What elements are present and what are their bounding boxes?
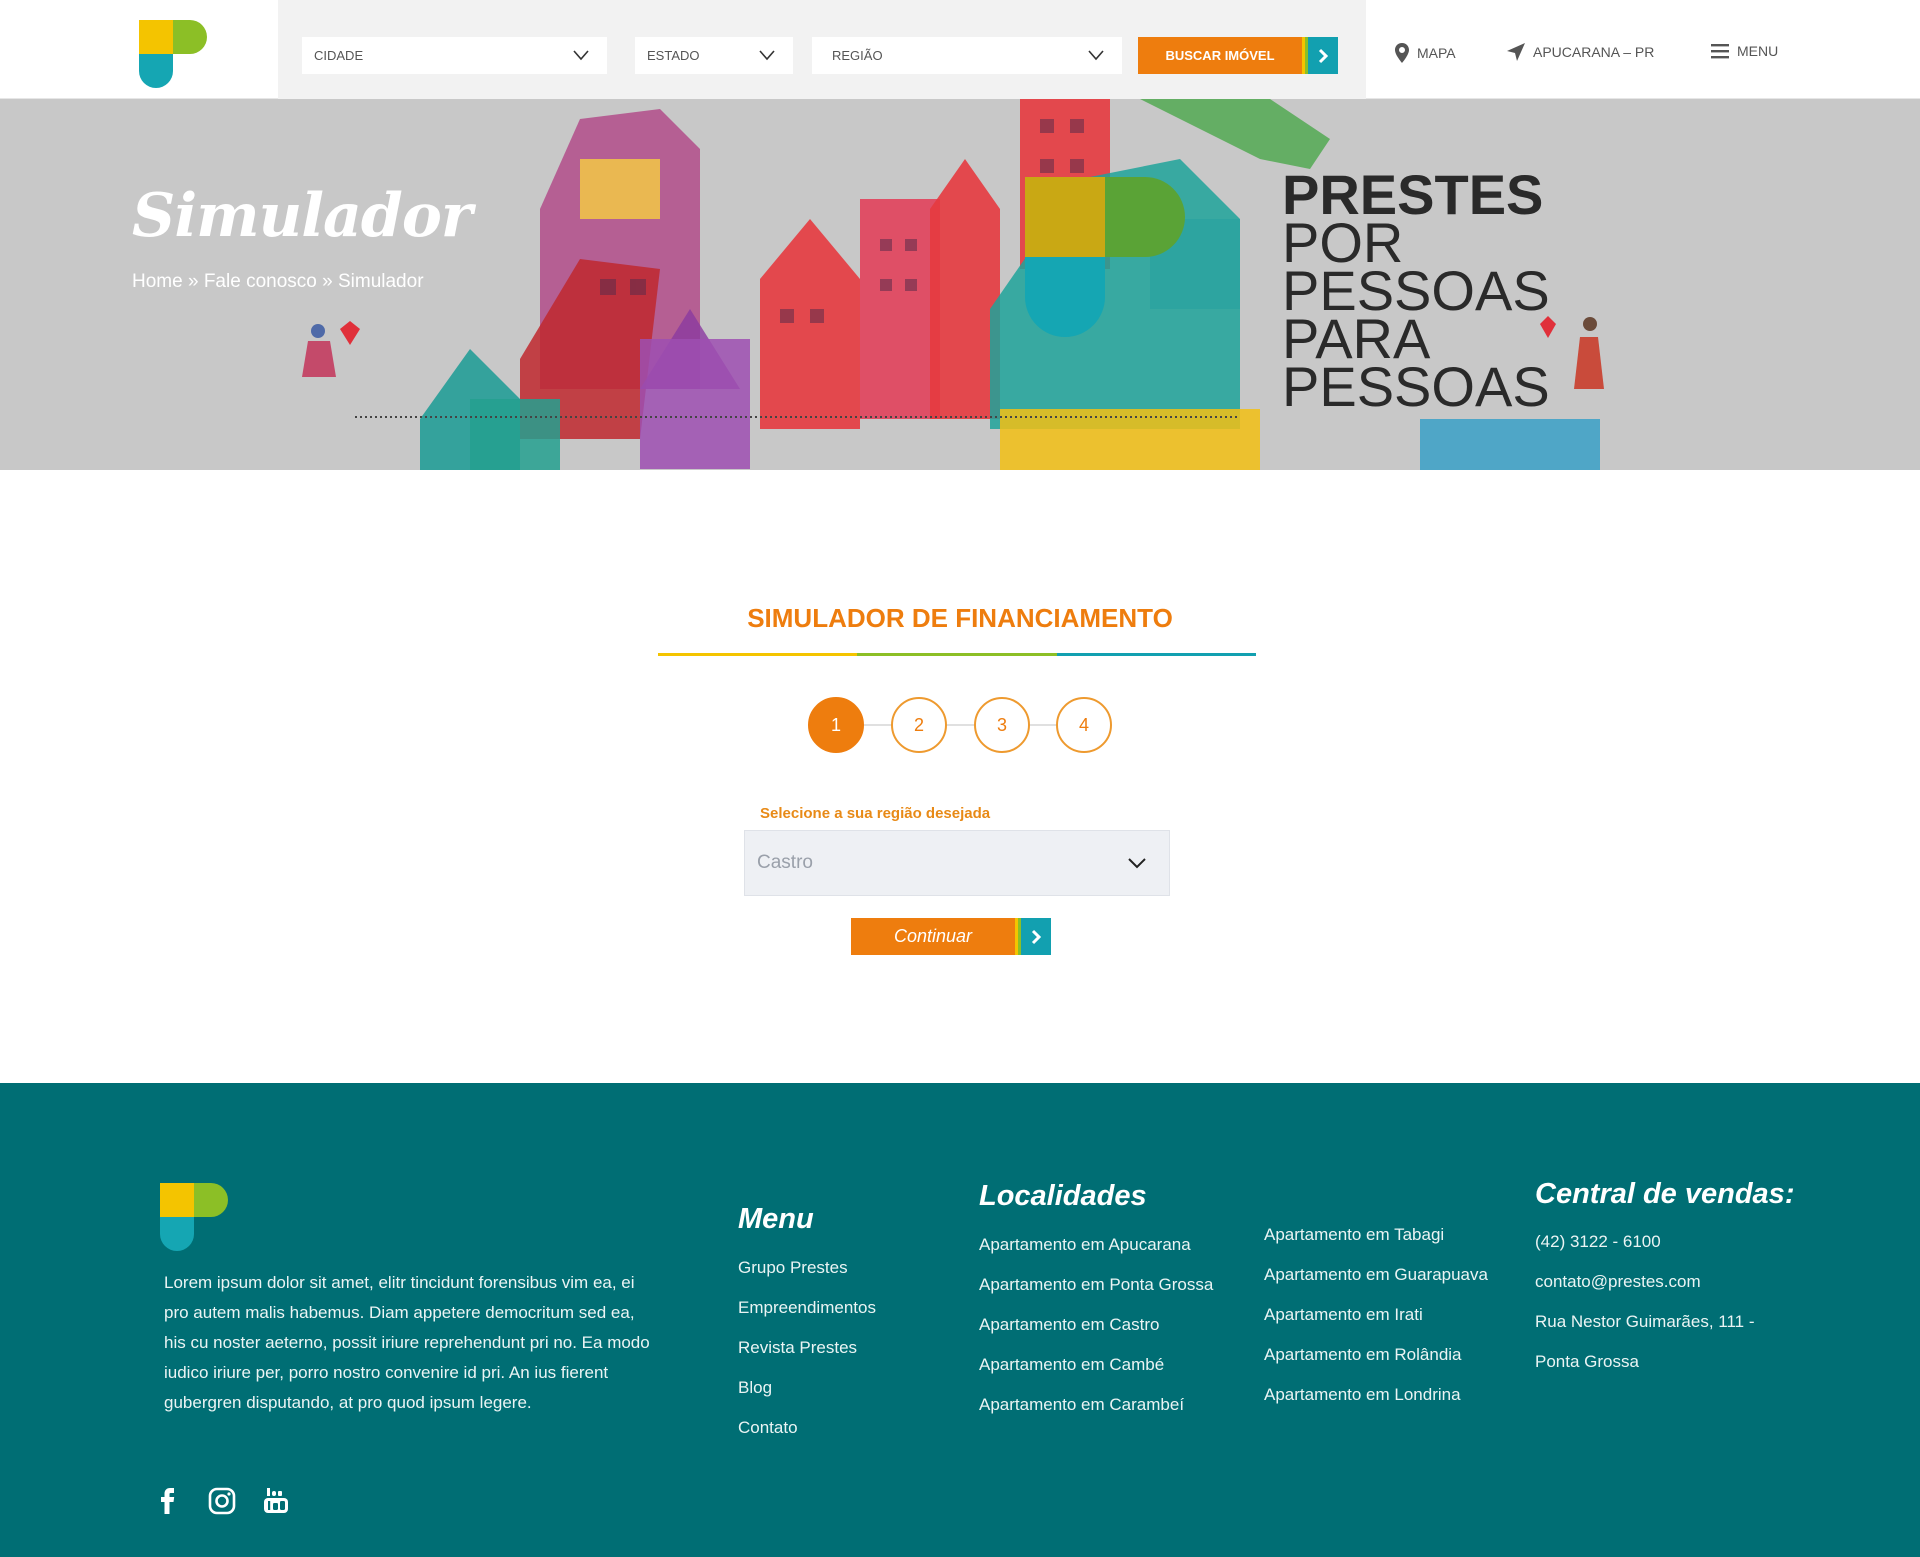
search-property-button[interactable]: BUSCAR IMÓVEL [1138,37,1350,74]
footer-logo[interactable] [160,1183,228,1251]
footer-menu-title: Menu [738,1203,814,1235]
step-3[interactable]: 3 [974,697,1030,753]
breadcrumb-contact[interactable]: Fale conosco [204,271,317,292]
footer-menu-item[interactable]: Revista Prestes [738,1328,876,1368]
page-title: Simulador [132,181,472,251]
instagram-icon[interactable] [208,1487,236,1515]
location-link-label: APUCARANA – PR [1533,44,1655,60]
footer-locations-list-2: Apartamento em Tabagi Apartamento em Gua… [1264,1215,1488,1415]
navigation-arrow-icon [1507,43,1525,61]
breadcrumb-separator: » [322,271,333,292]
chevron-right-icon [1308,37,1338,74]
site-header: CIDADE ESTADO REGIÃO BUSCAR IMÓVEL MAPA … [0,0,1920,99]
brand-slogan: PRESTES POR PESSOAS PARA PESSOAS [1282,167,1550,418]
state-select[interactable]: ESTADO [635,37,793,74]
footer-location-link[interactable]: Apartamento em Guarapuava [1264,1255,1488,1295]
footer-location-link[interactable]: Apartamento em Cambé [979,1345,1213,1385]
title-divider [658,653,1256,656]
city-select-label: CIDADE [314,48,364,63]
chevron-down-icon [1088,50,1104,61]
facebook-icon[interactable] [154,1487,182,1515]
chevron-down-icon [1128,858,1146,869]
hamburger-menu-icon [1711,44,1729,59]
footer-location-link[interactable]: Apartamento em Tabagi [1264,1215,1488,1255]
footer-location-link[interactable]: Apartamento em Ponta Grossa [979,1265,1213,1305]
menu-button[interactable]: MENU [1711,43,1778,59]
menu-button-label: MENU [1737,43,1779,59]
prestes-logo[interactable] [139,20,207,88]
region-select-header[interactable]: REGIÃO [812,37,1122,74]
footer-location-link[interactable]: Apartamento em Irati [1264,1295,1488,1335]
map-pin-icon [1395,43,1409,63]
footer-location-link[interactable]: Apartamento em Castro [979,1305,1213,1345]
youtube-icon[interactable] [262,1487,290,1515]
footer-menu-item[interactable]: Contato [738,1408,876,1448]
state-select-label: ESTADO [647,48,700,63]
footer-menu-item[interactable]: Grupo Prestes [738,1248,876,1288]
region-field-label: Selecione a sua região desejada [760,805,991,822]
breadcrumb-home[interactable]: Home [132,271,183,292]
chevron-down-icon [573,50,589,61]
sales-phone[interactable]: (42) 3122 - 6100 [1535,1222,1755,1262]
region-select-value: Castro [757,852,813,873]
footer-location-link[interactable]: Apartamento em Londrina [1264,1375,1488,1415]
footer-sales-list: (42) 3122 - 6100 contato@prestes.com Rua… [1535,1222,1755,1382]
footer-location-link[interactable]: Apartamento em Rolândia [1264,1335,1488,1375]
step-2[interactable]: 2 [891,697,947,753]
chevron-right-icon [1021,918,1051,955]
step-4[interactable]: 4 [1056,697,1112,753]
map-link-label: MAPA [1417,45,1456,61]
site-footer: Lorem ipsum dolor sit amet, elitr tincid… [0,1083,1920,1557]
location-link[interactable]: APUCARANA – PR [1507,43,1654,61]
footer-locations-list-1: Apartamento em Apucarana Apartamento em … [979,1225,1213,1425]
footer-about-text: Lorem ipsum dolor sit amet, elitr tincid… [164,1273,650,1412]
footer-location-link[interactable]: Apartamento em Carambeí [979,1385,1213,1425]
footer-menu-item[interactable]: Empreendimentos [738,1288,876,1328]
continue-button[interactable]: Continuar [851,918,1063,955]
breadcrumb-current: Simulador [337,271,424,292]
chevron-down-icon [759,50,775,61]
sales-address: Rua Nestor Guimarães, 111 - [1535,1312,1755,1331]
search-property-label: BUSCAR IMÓVEL [1138,37,1302,74]
step-1[interactable]: 1 [808,697,864,753]
step-connector [836,724,1084,726]
step-indicator: 1 2 3 4 [808,697,1112,753]
breadcrumb-separator: » [187,271,199,292]
region-select-label: REGIÃO [832,48,883,63]
sales-email[interactable]: contato@prestes.com [1535,1262,1755,1302]
footer-sales-title: Central de vendas: [1535,1178,1795,1210]
hero-banner: Simulador Home » Fale conosco » Simulado… [0,99,1920,470]
footer-menu-list: Grupo Prestes Empreendimentos Revista Pr… [738,1248,876,1448]
continue-button-label: Continuar [851,918,1015,955]
simulator-title: SIMULADOR DE FINANCIAMENTO [747,603,1173,633]
breadcrumb: Home » Fale conosco » Simulador [132,271,424,293]
city-select[interactable]: CIDADE [302,37,607,74]
brand-slogan-line: PESSOAS [1282,355,1550,418]
footer-location-link[interactable]: Apartamento em Apucarana [979,1225,1213,1265]
footer-menu-item[interactable]: Blog [738,1368,876,1408]
footer-locations-title: Localidades [979,1180,1147,1212]
map-link[interactable]: MAPA [1395,43,1456,63]
sales-address-city: Ponta Grossa [1535,1352,1639,1371]
region-select[interactable]: Castro [744,830,1170,896]
